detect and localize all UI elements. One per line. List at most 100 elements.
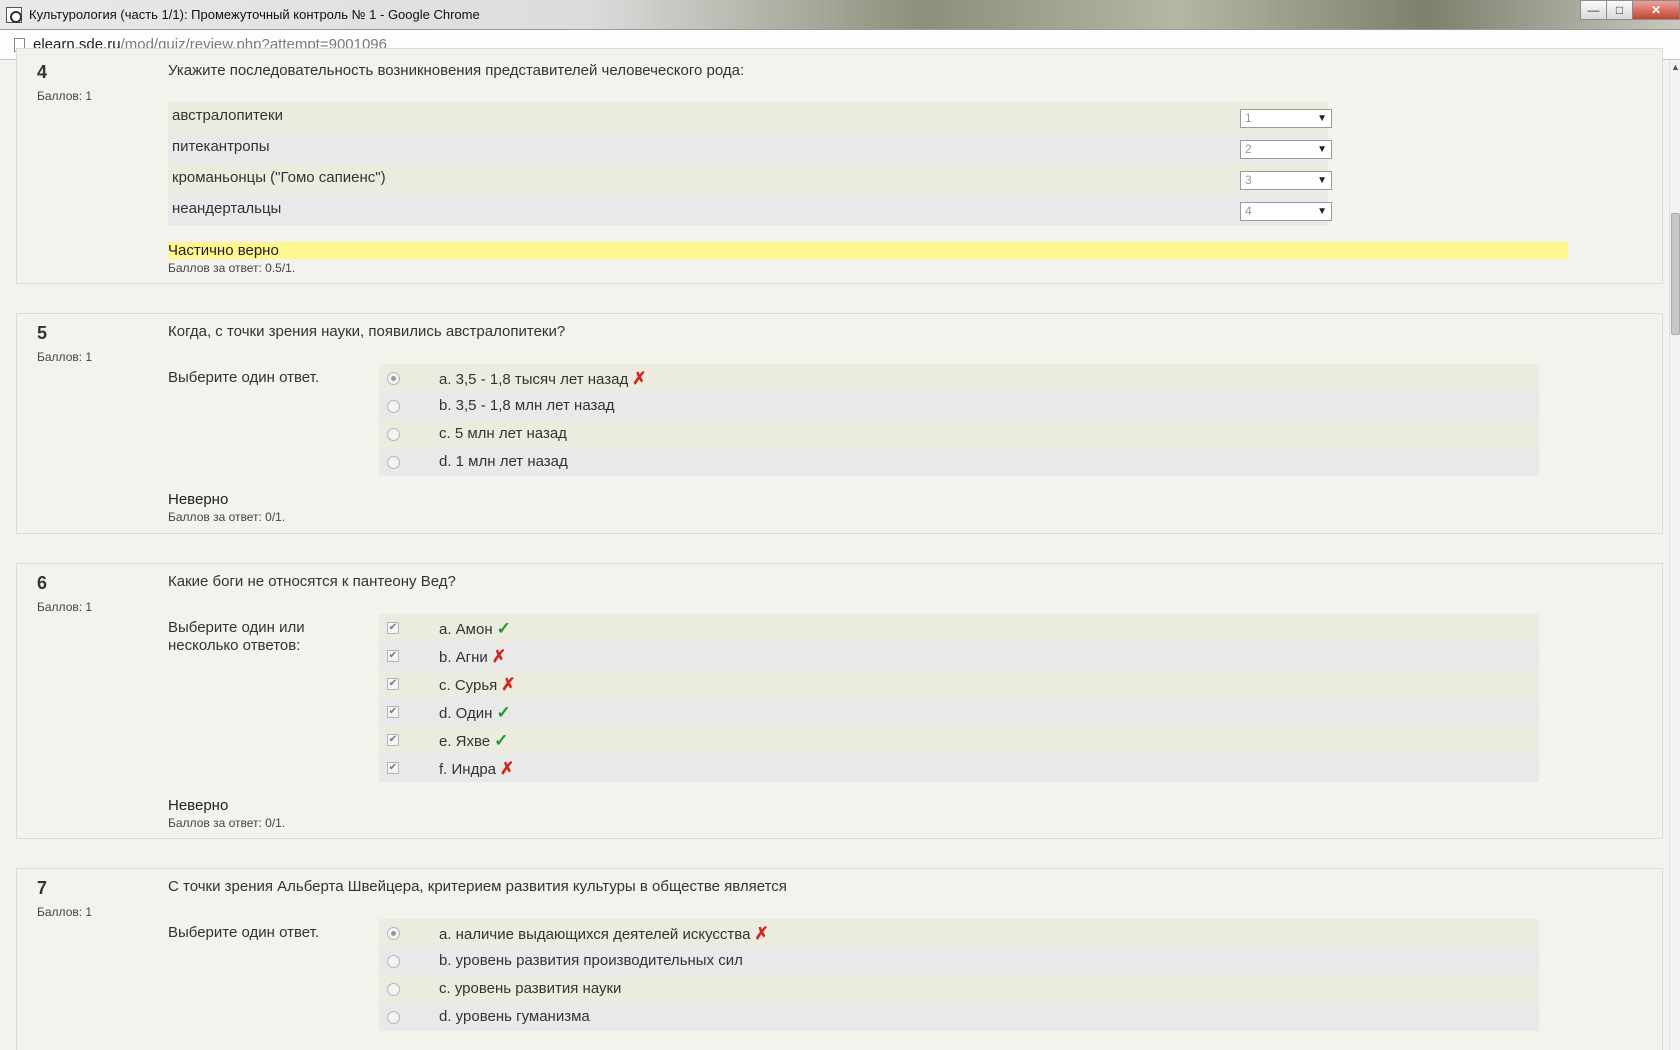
maximize-button[interactable]: □: [1606, 0, 1633, 20]
answer-text: d. уровень гуманизма: [439, 1008, 590, 1025]
answer-option[interactable]: b. уровень развития производительных сил: [379, 947, 1539, 975]
answer-text: b. уровень развития производительных сил: [439, 952, 743, 969]
dropdown-arrow-icon: ▼: [1317, 206, 1327, 217]
answer-option[interactable]: ✔ a. Амон ✓: [379, 614, 1539, 642]
incorrect-cross-icon: ✗: [500, 759, 515, 778]
answer-text: b. Агни: [439, 649, 488, 666]
scrollbar-thumb[interactable]: [1671, 213, 1680, 335]
correct-check-icon: ✓: [494, 731, 509, 750]
answer-option[interactable]: ✔ b. Агни ✗: [379, 642, 1539, 670]
radio-button[interactable]: [387, 983, 400, 996]
question-outcome: Частично верно: [168, 242, 1568, 259]
correct-check-icon: ✓: [496, 703, 511, 722]
checkbox[interactable]: ✔: [387, 622, 399, 634]
answer-prompt: Выберите один или несколько ответов:: [168, 619, 305, 654]
match-select[interactable]: 3 ▼: [1240, 171, 1332, 190]
answer-text: c. Сурья: [439, 677, 498, 694]
question-number: 6: [37, 573, 48, 593]
answer-prompt: Выберите один ответ.: [168, 369, 319, 386]
scroll-up-arrow-icon[interactable]: ▲: [1671, 62, 1680, 72]
question-number: 4: [37, 62, 48, 82]
question-score: Баллов за ответ: 0/1.: [168, 510, 286, 524]
answer-list: a. 3,5 - 1,8 тысяч лет назад ✗ b. 3,5 - 1…: [379, 364, 1539, 476]
match-row: кроманьонцы ("Гомо сапиенс") 3 ▼: [168, 164, 1332, 195]
match-table: австралопитеки 1 ▼ питекантропы 2 ▼ кроман…: [168, 102, 1332, 226]
answer-label: b. Агни ✗: [439, 647, 506, 667]
select-value: 2: [1245, 142, 1252, 156]
window-controls: — □ ✕: [1580, 0, 1680, 21]
match-row: австралопитеки 1 ▼: [168, 102, 1332, 133]
match-label: питекантропы: [172, 138, 270, 155]
answer-text: a. наличие выдающихся деятелей искусства: [439, 926, 751, 943]
question-5: 5 Баллов: 1 Когда, с точки зрения науки,…: [16, 313, 1663, 534]
close-button[interactable]: ✕: [1632, 0, 1680, 20]
checkbox[interactable]: ✔: [387, 734, 399, 746]
question-4: 4 Баллов: 1 Укажите последовательность в…: [16, 48, 1663, 284]
answer-prompt: Выберите один ответ.: [168, 924, 319, 941]
answer-option[interactable]: ✔ c. Сурья ✗: [379, 670, 1539, 698]
radio-button[interactable]: [387, 1011, 400, 1024]
answer-text: f. Индра: [439, 761, 497, 778]
answer-list: a. наличие выдающихся деятелей искусства…: [379, 919, 1539, 1031]
dropdown-arrow-icon: ▼: [1317, 113, 1327, 124]
answer-text: d. Один: [439, 705, 493, 722]
select-value: 1: [1245, 111, 1252, 125]
question-score: Баллов за ответ: 0.5/1.: [168, 261, 296, 275]
radio-button[interactable]: [387, 428, 400, 441]
radio-button[interactable]: [387, 372, 400, 385]
incorrect-cross-icon: ✗: [501, 675, 516, 694]
match-select[interactable]: 4 ▼: [1240, 202, 1332, 221]
answer-option[interactable]: ✔ e. Яхве ✓: [379, 726, 1539, 754]
question-text: С точки зрения Альберта Швейцера, критер…: [168, 878, 787, 895]
checkbox[interactable]: ✔: [387, 678, 399, 690]
answer-option[interactable]: b. 3,5 - 1,8 млн лет назад: [379, 392, 1539, 420]
answer-text: b. 3,5 - 1,8 млн лет назад: [439, 397, 615, 414]
correct-check-icon: ✓: [496, 619, 511, 638]
checkbox[interactable]: ✔: [387, 650, 399, 662]
answer-text: a. 3,5 - 1,8 тысяч лет назад: [439, 371, 629, 388]
answer-option[interactable]: d. уровень гуманизма: [379, 1003, 1539, 1031]
checkbox[interactable]: ✔: [387, 762, 399, 774]
question-6: 6 Баллов: 1 Какие боги не относятся к па…: [16, 563, 1663, 839]
question-outcome: Неверно: [168, 491, 229, 508]
answer-option[interactable]: c. 5 млн лет назад: [379, 420, 1539, 448]
answer-label: f. Индра ✗: [439, 759, 514, 779]
answer-text: e. Яхве: [439, 733, 491, 750]
radio-button[interactable]: [387, 955, 400, 968]
dropdown-arrow-icon: ▼: [1317, 175, 1327, 186]
question-7: 7 Баллов: 1 С точки зрения Альберта Швей…: [16, 868, 1663, 1050]
incorrect-cross-icon: ✗: [754, 924, 769, 943]
match-row: неандертальцы 4 ▼: [168, 195, 1332, 226]
checkbox[interactable]: ✔: [387, 706, 399, 718]
question-number: 7: [37, 878, 48, 898]
answer-label: a. 3,5 - 1,8 тысяч лет назад ✗: [439, 369, 646, 389]
question-text: Какие боги не относятся к пантеону Вед?: [168, 573, 456, 590]
question-outcome: Неверно: [168, 797, 229, 814]
incorrect-cross-icon: ✗: [632, 369, 647, 388]
match-select[interactable]: 2 ▼: [1240, 140, 1332, 159]
answer-list: ✔ a. Амон ✓ ✔ b. Агни ✗ ✔ c. Сурья ✗ ✔ d. О…: [379, 614, 1539, 782]
match-label: неандертальцы: [172, 200, 282, 217]
answer-text: a. Амон: [439, 621, 493, 638]
match-label: австралопитеки: [172, 107, 283, 124]
answer-option[interactable]: a. 3,5 - 1,8 тысяч лет назад ✗: [379, 364, 1539, 392]
answer-option[interactable]: a. наличие выдающихся деятелей искусства…: [379, 919, 1539, 947]
answer-option[interactable]: d. 1 млн лет назад: [379, 448, 1539, 476]
vertical-scrollbar[interactable]: ▲: [1669, 60, 1680, 1050]
answer-option[interactable]: ✔ d. Один ✓: [379, 698, 1539, 726]
answer-label: a. наличие выдающихся деятелей искусства…: [439, 924, 769, 944]
window-titlebar: Культурология (часть 1/1): Промежуточный…: [0, 0, 1680, 30]
question-text: Укажите последовательность возникновения…: [168, 62, 745, 79]
radio-button[interactable]: [387, 456, 400, 469]
answer-text: c. 5 млн лет назад: [439, 425, 567, 442]
answer-option[interactable]: ✔ f. Индра ✗: [379, 754, 1539, 782]
chrome-app-icon[interactable]: [6, 7, 22, 23]
select-value: 4: [1245, 204, 1252, 218]
radio-button[interactable]: [387, 400, 400, 413]
question-text: Когда, с точки зрения науки, появились а…: [168, 323, 566, 340]
incorrect-cross-icon: ✗: [491, 647, 507, 666]
answer-option[interactable]: c. уровень развития науки: [379, 975, 1539, 1003]
radio-button[interactable]: [387, 927, 400, 940]
match-select[interactable]: 1 ▼: [1240, 109, 1332, 128]
minimize-button[interactable]: —: [1580, 0, 1607, 20]
